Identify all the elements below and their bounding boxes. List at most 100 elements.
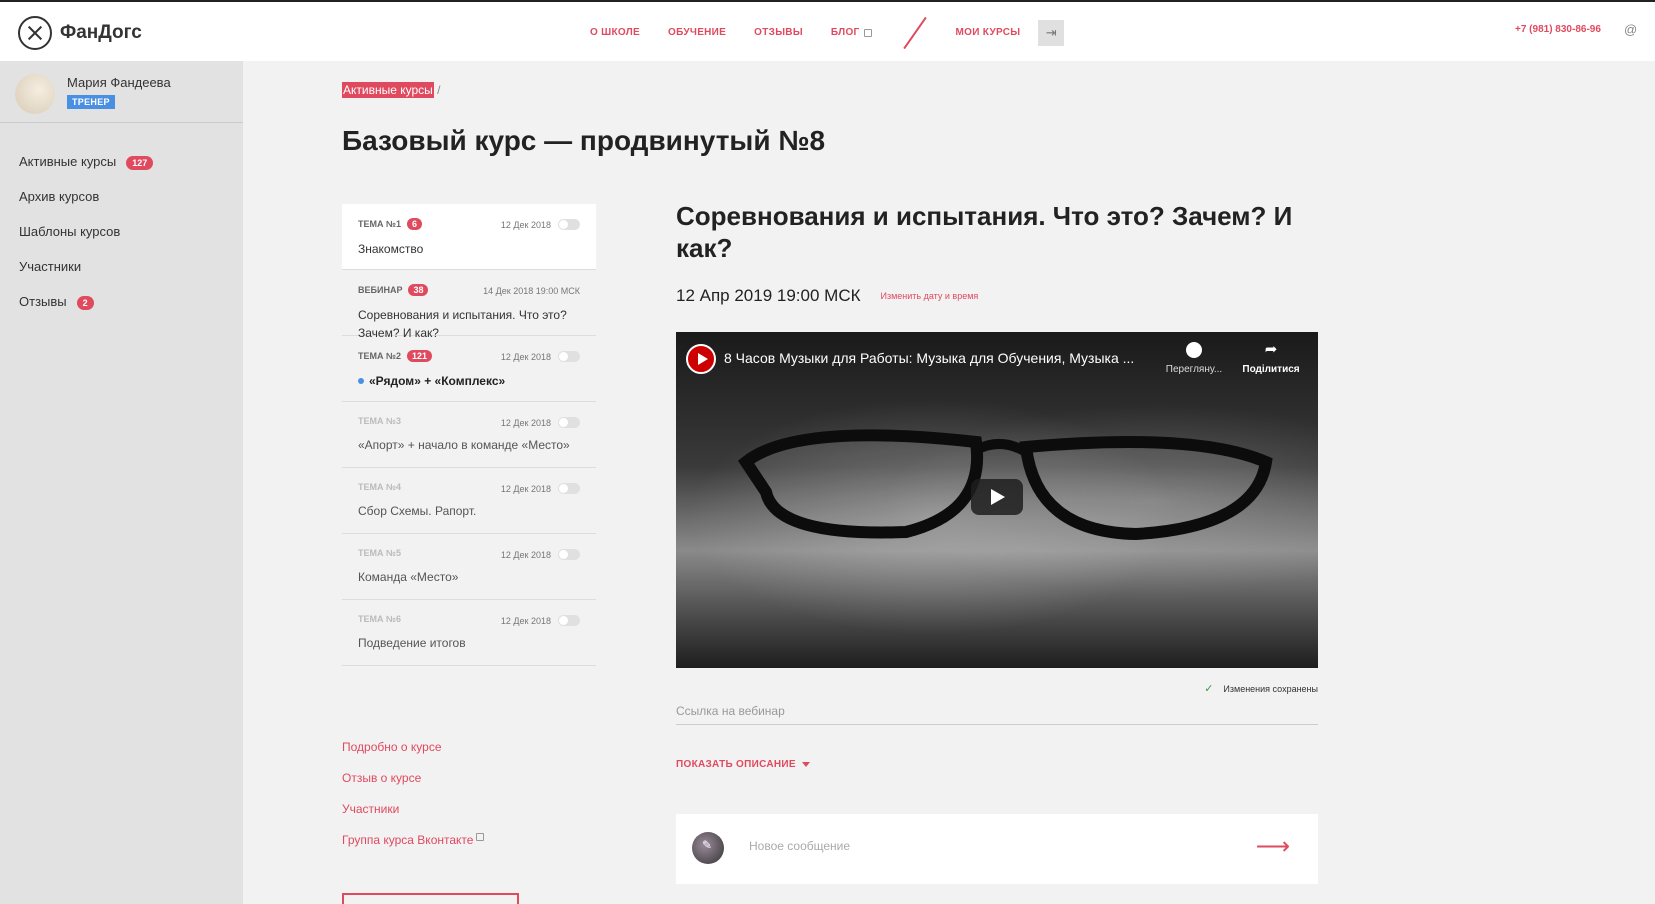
avatar [692, 832, 724, 864]
send-arrow-icon[interactable]: ⟶ [1256, 832, 1290, 861]
topic-list: ТЕМА №1 6 12 Дек 2018 Знакомство ВЕБИНАР 3… [342, 204, 596, 666]
lesson-date: 12 Апр 2019 19:00 МСК [676, 286, 861, 305]
topic-item[interactable]: ТЕМА №6 12 Дек 2018 Подведение итогов [342, 600, 596, 666]
profile[interactable]: Мария Фандеева ТРЕНЕР [0, 61, 243, 123]
topic-tag: ВЕБИНАР [358, 285, 403, 295]
topic-tag: ТЕМА №4 [358, 482, 402, 492]
breadcrumb-separator: / [437, 83, 441, 97]
nav-blog-label: БЛОГ [830, 27, 860, 38]
glasses-image [737, 429, 1273, 541]
share-button[interactable]: ➦ Поділитися [1236, 341, 1306, 376]
count-badge: 121 [407, 350, 433, 362]
watch-later-label: Перегляну... [1165, 364, 1223, 375]
lesson-title: Соревнования и испытания. Что это? Зачем… [676, 201, 1293, 263]
topic-title: «Рядом» + «Комплекс» [369, 374, 506, 388]
share-icon: ➦ [1264, 341, 1278, 358]
clock-icon [1186, 342, 1202, 358]
save-status-text: Изменения сохранены [1223, 684, 1318, 694]
video-title[interactable]: 8 Часов Музыки для Работы: Музыка для Об… [724, 350, 1134, 366]
lesson-datetime: 12 Апр 2019 19:00 МСК Изменить дату и вр… [676, 286, 1318, 306]
visibility-toggle[interactable] [558, 483, 580, 494]
page-title: Базовый курс — продвинутый №8 [342, 125, 826, 156]
email-icon[interactable]: @ [1624, 22, 1637, 37]
topic-item[interactable]: ТЕМА №3 12 Дек 2018 «Апорт» + начало в к… [342, 402, 596, 468]
topic-date: 12 Дек 2018 [500, 616, 551, 626]
sidebar-item-templates[interactable]: Шаблоны курсов [19, 224, 153, 259]
logo-icon [18, 16, 52, 50]
video-player[interactable]: 8 Часов Музыки для Работы: Музыка для Об… [676, 332, 1318, 668]
link-vk-group[interactable]: Группа курса Вконтакте [342, 833, 485, 864]
topic-item[interactable]: ТЕМА №5 12 Дек 2018 Команда «Место» [342, 534, 596, 600]
nav-blog[interactable]: БЛОГ [831, 27, 872, 38]
message-input[interactable]: Новое сообщение [749, 839, 850, 853]
topic-item[interactable]: ВЕБИНАР 38 14 Дек 2018 19:00 МСК Соревнов… [342, 270, 596, 340]
count-badge: 38 [408, 284, 429, 296]
message-composer: Новое сообщение ⟶ [676, 814, 1318, 884]
visibility-toggle[interactable] [558, 549, 580, 560]
topic-tag: ТЕМА №6 [358, 614, 402, 624]
webinar-link-input[interactable]: Ссылка на вебинар [676, 704, 1318, 725]
nav-divider [902, 16, 927, 49]
topic-title: Подведение итогов [358, 636, 466, 650]
share-label: Поділитися [1242, 364, 1300, 375]
sidebar-item-label: Архив курсов [19, 189, 100, 204]
sidebar: Мария Фандеева ТРЕНЕР Активные курсы 127… [0, 61, 243, 904]
external-link-icon [863, 28, 872, 37]
topic-item[interactable]: ТЕМА №2 121 12 Дек 2018 «Рядом» + «Компле… [342, 336, 596, 402]
topic-item[interactable]: ТЕМА №1 6 12 Дек 2018 Знакомство [342, 204, 596, 270]
breadcrumb-link[interactable]: Активные курсы [342, 82, 434, 98]
topic-date: 12 Дек 2018 [500, 352, 551, 362]
link-course-details[interactable]: Подробно о курсе [342, 740, 484, 771]
topic-date: 12 Дек 2018 [500, 550, 551, 560]
count-badge: 127 [126, 156, 154, 170]
breadcrumb: Активные курсы / [342, 82, 441, 98]
youtube-logo-icon[interactable] [686, 344, 716, 374]
topic-date: 12 Дек 2018 [500, 220, 551, 230]
topic-item[interactable]: ТЕМА №4 12 Дек 2018 Сбор Схемы. Рапорт. [342, 468, 596, 534]
sidebar-item-label: Активные курсы [19, 154, 117, 169]
role-badge: ТРЕНЕР [67, 95, 115, 109]
save-status: ✓ Изменения сохранены [676, 682, 1318, 695]
show-description-label: ПОКАЗАТЬ ОПИСАНИЕ [676, 759, 796, 770]
count-badge: 6 [407, 218, 423, 230]
sidebar-item-reviews[interactable]: Отзывы 2 [19, 294, 153, 329]
status-dot-icon [358, 378, 364, 384]
sidebar-item-label: Участники [19, 259, 82, 274]
user-name: Мария Фандеева [67, 75, 171, 90]
edit-course-button[interactable] [342, 893, 519, 904]
logo-text: ФанДогс [60, 22, 142, 43]
link-vk-group-label: Группа курса Вконтакте [342, 833, 474, 847]
sidebar-item-archive[interactable]: Архив курсов [19, 189, 153, 224]
sidebar-item-active-courses[interactable]: Активные курсы 127 [19, 154, 154, 189]
top-header: ФанДогс О ШКОЛЕ ОБУЧЕНИЕ ОТЗЫВЫ БЛОГ МОИ… [0, 0, 1655, 61]
topic-title: Знакомство [358, 242, 424, 256]
topic-tag: ТЕМА №2 [358, 351, 402, 361]
chevron-down-icon [801, 762, 810, 767]
topic-title: «Апорт» + начало в команде «Место» [358, 438, 570, 452]
main-nav: О ШКОЛЕ ОБУЧЕНИЕ ОТЗЫВЫ БЛОГ МОИ КУРСЫ ⇥ [590, 2, 1065, 63]
nav-reviews[interactable]: ОТЗЫВЫ [754, 27, 803, 38]
change-date-link[interactable]: Изменить дату и время [881, 291, 979, 301]
nav-my-courses[interactable]: МОИ КУРСЫ [956, 27, 1021, 38]
link-course-review[interactable]: Отзыв о курсе [342, 771, 484, 802]
show-description-button[interactable]: ПОКАЗАТЬ ОПИСАНИЕ [676, 759, 1318, 770]
link-course-participants[interactable]: Участники [342, 802, 484, 833]
watch-later-button[interactable]: Перегляну... [1159, 342, 1229, 375]
sidebar-item-participants[interactable]: Участники [19, 259, 153, 294]
play-button[interactable] [971, 479, 1023, 515]
logout-icon[interactable]: ⇥ [1038, 19, 1065, 46]
visibility-toggle[interactable] [558, 219, 580, 230]
logo[interactable]: ФанДогс [18, 16, 142, 50]
lesson-content: Соревнования и испытания. Что это? Зачем… [676, 200, 1318, 884]
count-badge: 2 [76, 296, 94, 310]
visibility-toggle[interactable] [558, 417, 580, 428]
check-icon: ✓ [1204, 683, 1214, 695]
nav-about[interactable]: О ШКОЛЕ [590, 27, 640, 38]
visibility-toggle[interactable] [558, 615, 580, 626]
external-link-icon [476, 833, 485, 841]
phone-link[interactable]: +7 (981) 830-86-96 [1515, 24, 1601, 35]
sidebar-item-label: Шаблоны курсов [19, 224, 121, 239]
topic-date: 12 Дек 2018 [500, 418, 551, 428]
visibility-toggle[interactable] [558, 351, 580, 362]
nav-learning[interactable]: ОБУЧЕНИЕ [668, 27, 726, 38]
